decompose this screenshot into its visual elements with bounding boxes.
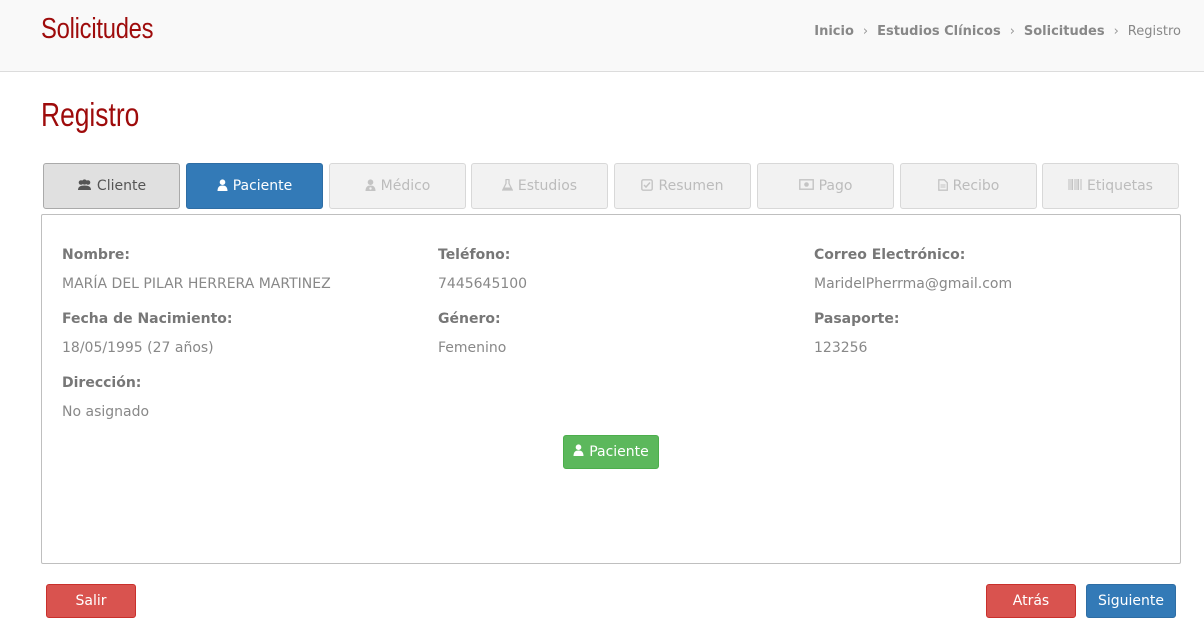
direccion-value: No asignado — [62, 404, 150, 420]
paciente-button-label: Paciente — [589, 444, 649, 460]
breadcrumb-inicio[interactable]: Inicio — [814, 24, 854, 39]
breadcrumb-estudios-clinicos[interactable]: Estudios Clínicos — [877, 24, 1001, 39]
page-title: Registro — [41, 96, 140, 133]
tab-label: Paciente — [232, 178, 293, 194]
tab-etiquetas: Etiquetas — [1042, 163, 1179, 209]
tab-label: Resumen — [658, 178, 724, 194]
file-text-icon — [937, 178, 948, 194]
chevron-right-icon: › — [1113, 24, 1119, 39]
tab-pago: Pago — [757, 163, 894, 209]
correo-label: Correo Electrónico: — [814, 247, 966, 263]
chevron-right-icon: › — [1009, 24, 1015, 39]
money-icon — [798, 179, 814, 193]
field-nombre: Nombre: MARÍA DEL PILAR HERRERA MARTINEZ — [62, 247, 331, 292]
field-direccion: Dirección: No asignado — [62, 375, 149, 420]
field-nacimiento: Fecha de Nacimiento: 18/05/1995 (27 años… — [62, 311, 233, 356]
users-icon — [77, 178, 92, 194]
field-pasaporte: Pasaporte: 123256 — [814, 311, 899, 356]
doctor-icon — [365, 178, 376, 194]
tab-label: Estudios — [517, 178, 578, 194]
genero-value: Femenino — [438, 340, 507, 356]
nombre-label: Nombre: — [62, 247, 130, 263]
chevron-right-icon: › — [862, 24, 869, 39]
tab-resumen: Resumen — [614, 163, 751, 209]
correo-value: MaridelPherrma@gmail.com — [814, 276, 1013, 292]
user-icon — [573, 444, 584, 460]
field-telefono: Teléfono: 7445645100 — [438, 247, 527, 292]
tab-label: Cliente — [96, 178, 147, 194]
flask-icon — [501, 178, 514, 194]
siguiente-button[interactable]: Siguiente — [1086, 584, 1176, 618]
breadcrumb-solicitudes[interactable]: Solicitudes — [1024, 24, 1105, 39]
nacimiento-value: 18/05/1995 (27 años) — [62, 340, 214, 356]
paciente-button[interactable]: Paciente — [563, 435, 659, 469]
wizard-steps: Cliente Paciente Médico Estudios Resumen… — [43, 163, 1179, 209]
top-bar: Solicitudes Inicio › Estudios Clínicos ›… — [0, 0, 1204, 72]
tab-estudios: Estudios — [471, 163, 608, 209]
tab-label: Médico — [380, 178, 431, 194]
tab-label: Pago — [818, 178, 853, 194]
direccion-label: Dirección: — [62, 375, 142, 391]
genero-label: Género: — [438, 311, 501, 327]
telefono-value: 7445645100 — [438, 276, 528, 292]
barcode-icon — [1068, 179, 1082, 193]
field-correo: Correo Electrónico: MaridelPherrma@gmail… — [814, 247, 1012, 292]
patient-panel: Nombre: MARÍA DEL PILAR HERRERA MARTINEZ… — [41, 214, 1181, 564]
salir-button[interactable]: Salir — [46, 584, 136, 618]
user-icon — [217, 178, 228, 194]
pasaporte-label: Pasaporte: — [814, 311, 900, 327]
pasaporte-value: 123256 — [814, 340, 868, 356]
app-title: Solicitudes — [41, 13, 154, 45]
atras-button[interactable]: Atrás — [986, 584, 1076, 618]
tab-label: Etiquetas — [1087, 178, 1153, 194]
telefono-label: Teléfono: — [438, 247, 511, 263]
tab-recibo: Recibo — [900, 163, 1037, 209]
tab-paciente[interactable]: Paciente — [186, 163, 323, 209]
check-square-icon — [641, 178, 654, 194]
breadcrumb: Inicio › Estudios Clínicos › Solicitudes… — [814, 24, 1181, 39]
nombre-value: MARÍA DEL PILAR HERRERA MARTINEZ — [62, 276, 331, 292]
nacimiento-label: Fecha de Nacimiento: — [62, 311, 233, 327]
tab-label: Recibo — [952, 178, 1000, 194]
tab-cliente[interactable]: Cliente — [43, 163, 180, 209]
field-genero: Género: Femenino — [438, 311, 506, 356]
breadcrumb-registro: Registro — [1127, 24, 1181, 39]
tab-medico: Médico — [329, 163, 466, 209]
